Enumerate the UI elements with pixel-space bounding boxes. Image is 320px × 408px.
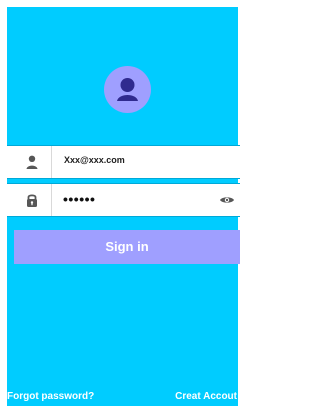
frame-border-top [0, 0, 240, 7]
sign-in-button[interactable]: Sign in [14, 230, 240, 264]
eye-icon[interactable] [219, 194, 235, 206]
email-value[interactable]: Xxx@xxx.com [64, 155, 125, 165]
password-value[interactable]: •••••• [63, 192, 95, 206]
email-field[interactable]: Xxx@xxx.com [7, 145, 240, 179]
login-screen: Xxx@xxx.com •••••• Sign in Forgot passwo… [0, 0, 240, 408]
password-field[interactable]: •••••• [7, 183, 240, 217]
person-icon [26, 155, 38, 169]
lock-icon [27, 194, 37, 207]
user-avatar-icon [104, 66, 151, 113]
create-account-link[interactable]: Creat Accout [175, 391, 237, 403]
email-divider [51, 146, 52, 178]
frame-border-left [0, 0, 7, 408]
password-divider [51, 184, 52, 216]
forgot-password-link[interactable]: Forgot password? [7, 391, 94, 403]
